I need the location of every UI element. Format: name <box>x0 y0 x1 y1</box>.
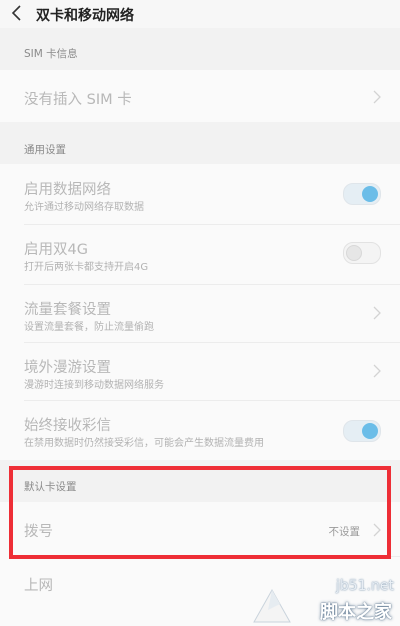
watermark-logo-icon <box>253 588 291 623</box>
page-title: 双卡和移动网络 <box>36 8 134 24</box>
setting-subtitle: 漫游时连接到移动数据网络服务 <box>24 380 164 391</box>
setting-row-mms[interactable]: 始终接收彩信 在禁用数据时仍然接受彩信，可能会产生数据流量费用 <box>0 400 400 460</box>
setting-subtitle: 打开后两张卡都支持开启4G <box>24 262 149 273</box>
sim-section-header: SIM 卡信息 <box>0 28 400 70</box>
mms-toggle[interactable] <box>343 420 381 442</box>
setting-title: 始终接收彩信 <box>24 418 111 434</box>
watermark-name: 脚本之家 <box>320 602 392 623</box>
general-section-header: 通用设置 <box>0 122 400 164</box>
setting-row-roaming[interactable]: 境外漫游设置 漫游时连接到移动数据网络服务 <box>0 342 400 400</box>
highlight-box <box>9 466 391 559</box>
setting-row-dual-4g[interactable]: 启用双4G 打开后两张卡都支持开启4G <box>0 224 400 284</box>
sim-card-list: 没有插入 SIM 卡 <box>0 70 400 122</box>
sim-info-row[interactable]: 没有插入 SIM 卡 <box>0 70 400 122</box>
section-label-sim: SIM 卡信息 <box>24 48 78 60</box>
setting-row-data-network[interactable]: 启用数据网络 允许通过移动网络存取数据 <box>0 164 400 224</box>
watermark: jb51.net 脚本之家 <box>250 574 400 626</box>
sim-info-label: 没有插入 SIM 卡 <box>24 92 132 108</box>
watermark-url: jb51.net <box>335 578 394 594</box>
data-network-toggle[interactable] <box>343 183 381 205</box>
chevron-right-icon <box>373 90 381 104</box>
back-arrow-icon[interactable] <box>6 2 28 24</box>
setting-title: 启用双4G <box>24 242 88 258</box>
toggle-knob <box>346 245 362 261</box>
section-label-general: 通用设置 <box>24 144 66 156</box>
general-settings-list: 启用数据网络 允许通过移动网络存取数据 启用双4G 打开后两张卡都支持开启4G … <box>0 164 400 460</box>
setting-row-data-plan[interactable]: 流量套餐设置 设置流量套餐，防止流量偷跑 <box>0 284 400 342</box>
setting-title: 流量套餐设置 <box>24 302 111 318</box>
setting-subtitle: 设置流量套餐，防止流量偷跑 <box>24 322 154 333</box>
toggle-knob <box>362 186 378 202</box>
setting-title: 启用数据网络 <box>24 182 111 198</box>
chevron-right-icon <box>373 364 381 378</box>
chevron-right-icon <box>373 306 381 320</box>
setting-title: 境外漫游设置 <box>24 360 111 376</box>
setting-title: 上网 <box>24 578 53 594</box>
toggle-knob <box>362 423 378 439</box>
dual-4g-toggle[interactable] <box>343 242 381 264</box>
setting-subtitle: 允许通过移动网络存取数据 <box>24 202 144 213</box>
top-bar: 双卡和移动网络 <box>0 0 400 28</box>
setting-subtitle: 在禁用数据时仍然接受彩信，可能会产生数据流量费用 <box>24 438 264 449</box>
